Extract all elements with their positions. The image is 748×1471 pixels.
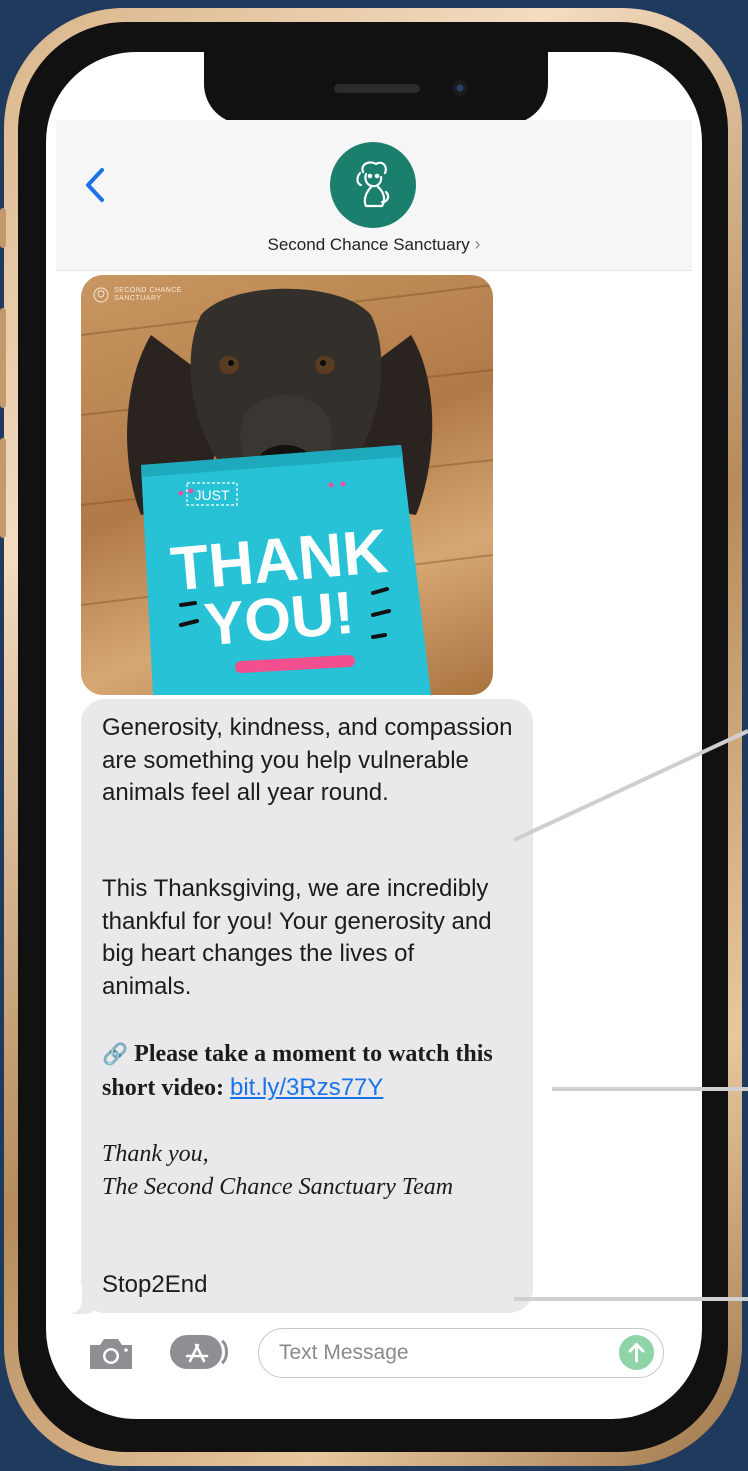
arrow-up-icon (628, 1343, 645, 1363)
front-camera (452, 80, 468, 96)
contact-name: Second Chance Sanctuary (267, 235, 470, 254)
photo-message[interactable]: JUST THANK YOU! SECOND CHANCE SANCTUARY (81, 275, 493, 695)
message-input-placeholder: Text Message (279, 1341, 409, 1364)
message-para-2: This Thanksgiving, we are incredibly tha… (102, 875, 492, 1000)
contact-name-button[interactable]: Second Chance Sanctuary › (56, 234, 692, 255)
brand-logo-icon (93, 287, 109, 303)
link-emoji-icon: 🔗 (102, 1042, 129, 1066)
stage: Second Chance Sanctuary › JUST THANK YOU… (0, 0, 748, 1471)
mute-switch (0, 208, 6, 248)
app-store-icon (170, 1335, 228, 1369)
signoff-block: Thank you, The Second Chance Sanctuary T… (102, 1138, 502, 1204)
volume-down-button (0, 438, 6, 538)
volume-up-button (0, 308, 6, 408)
dog-logo-icon (356, 161, 390, 208)
card-you-text: YOU! (202, 579, 357, 659)
signoff-line-1: Thank you, (102, 1141, 209, 1167)
chevron-left-icon (86, 168, 104, 202)
speaker-grille (334, 84, 420, 93)
card-small-text: JUST (195, 487, 230, 503)
chevron-right-icon: › (474, 234, 481, 254)
message-input[interactable]: Text Message (258, 1328, 664, 1378)
camera-icon (90, 1339, 132, 1369)
optout-text: Stop2End (102, 1271, 208, 1298)
message-para-1: Generosity, kindness, and compassion are… (102, 714, 513, 806)
brand-line-2: SANCTUARY (114, 295, 162, 302)
photo-illustration: JUST THANK YOU! (81, 284, 493, 695)
camera-button[interactable] (86, 1335, 136, 1371)
photo-brand-watermark: SECOND CHANCE SANCTUARY (93, 287, 182, 303)
contact-avatar[interactable] (330, 142, 416, 228)
brand-line-1: SECOND CHANCE (114, 287, 182, 294)
send-button[interactable] (619, 1335, 654, 1370)
message-para-3: 🔗 Please take a moment to watch this sho… (102, 1038, 522, 1105)
video-link[interactable]: bit.ly/3Rzs77Y (230, 1074, 383, 1101)
signoff-line-2: The Second Chance Sanctuary Team (102, 1174, 454, 1200)
notch (204, 52, 548, 124)
back-button[interactable] (80, 164, 110, 206)
app-store-button[interactable] (168, 1333, 230, 1371)
